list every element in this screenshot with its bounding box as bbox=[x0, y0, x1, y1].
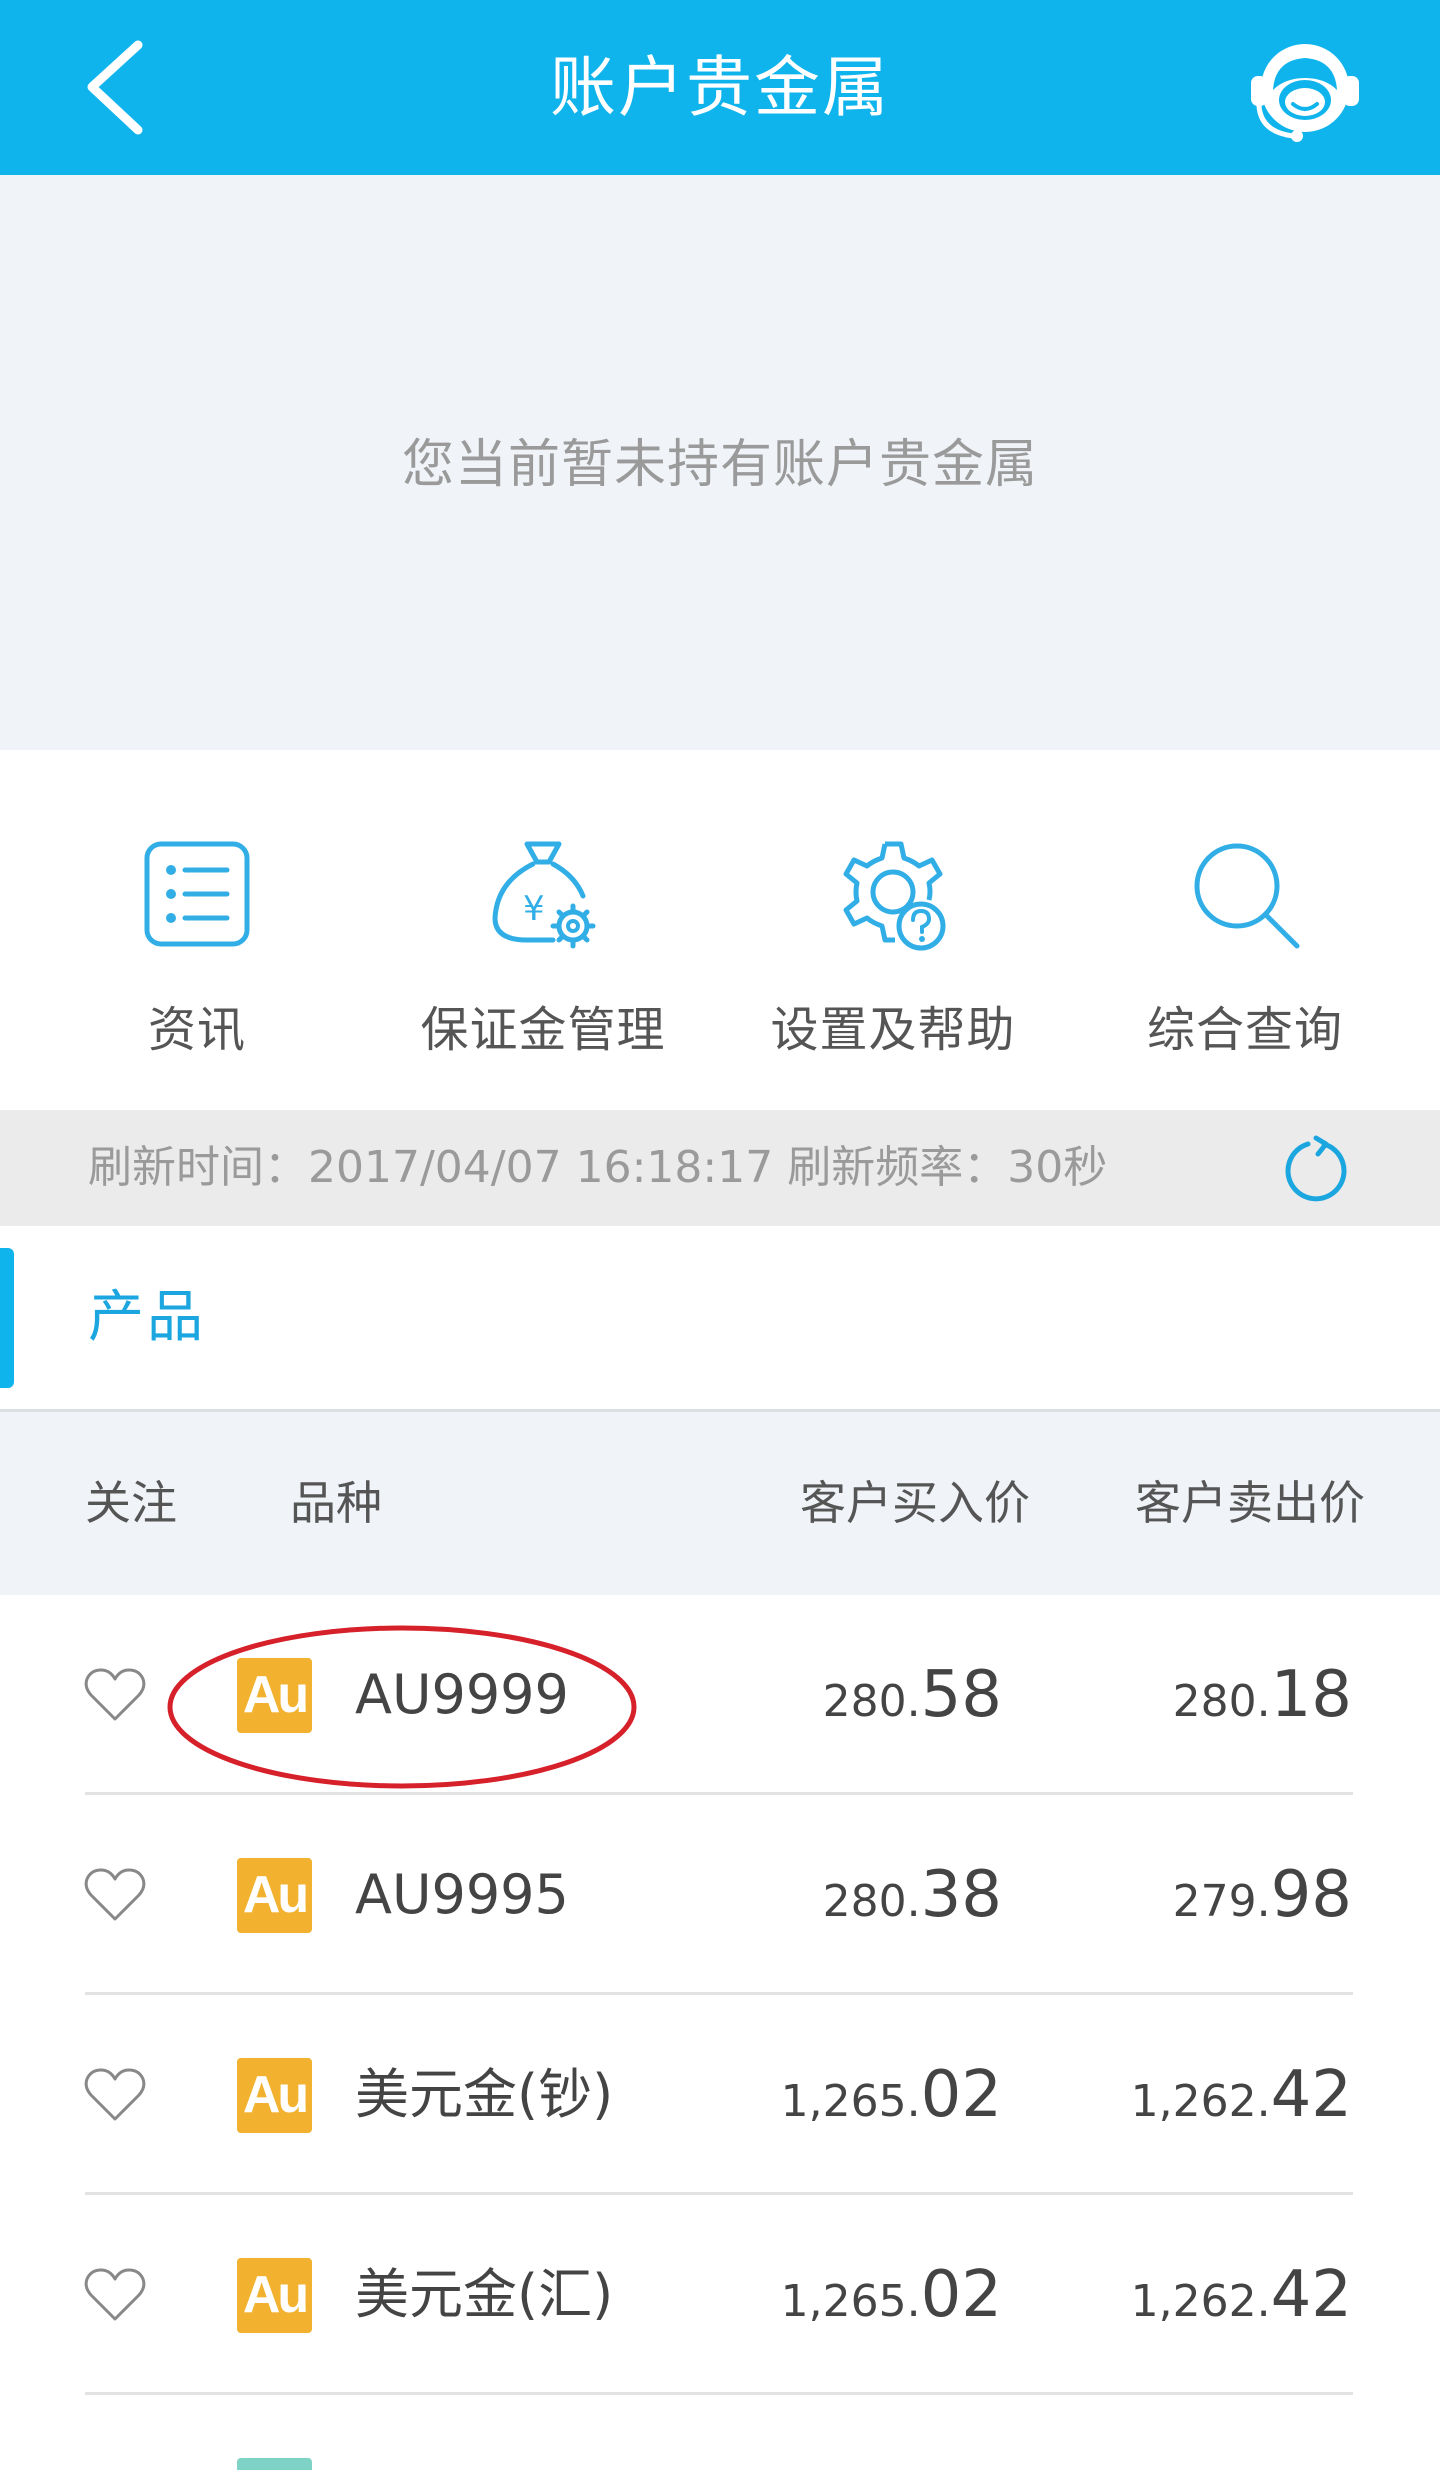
product-row[interactable]: Au AU9995 280.38 279.98 bbox=[0, 1795, 1440, 1995]
sell-price-int: 279. bbox=[1172, 1876, 1271, 1927]
refresh-time-label: 刷新时间：2017/04/07 bbox=[88, 1142, 562, 1193]
sell-price: 1,262.42 bbox=[1131, 2195, 1352, 2395]
column-header-kind: 品种 bbox=[290, 1476, 382, 1530]
product-name: 美元金(汇) bbox=[355, 2263, 614, 2326]
money-bag-gear-icon: ¥ bbox=[492, 841, 596, 949]
quick-action-news[interactable]: 资讯 bbox=[27, 750, 367, 1110]
gold-badge-icon: Au bbox=[237, 1658, 312, 1733]
row-divider bbox=[85, 2392, 1353, 2395]
sell-price-dec: 18 bbox=[1270, 1658, 1352, 1732]
refresh-bar: 刷新时间：2017/04/07 16:18:17 刷新频率：30秒 bbox=[0, 1110, 1440, 1226]
customer-service-button[interactable] bbox=[1245, 30, 1365, 150]
refresh-button[interactable] bbox=[1280, 1134, 1352, 1206]
product-name: AU9995 bbox=[355, 1863, 569, 1926]
buy-price-int: 1,265. bbox=[780, 2276, 921, 2327]
buy-price-dec: 38 bbox=[920, 1858, 1002, 1932]
search-icon bbox=[1194, 843, 1300, 949]
customer-service-headset-icon bbox=[1251, 44, 1359, 142]
gold-badge-icon: Au bbox=[237, 2258, 312, 2333]
sell-price: 1,262.42 bbox=[1131, 1995, 1352, 2195]
empty-holdings-text: 您当前暂未持有账户贵金属 bbox=[401, 435, 1038, 495]
app-header: 账户贵金属 bbox=[0, 0, 1440, 175]
sell-price-dec: 98 bbox=[1270, 1858, 1352, 1932]
gold-badge-icon: Au bbox=[237, 2058, 312, 2133]
product-row[interactable]: Au AU9999 280.58 280.18 bbox=[0, 1595, 1440, 1795]
partial-row-badge-icon bbox=[237, 2458, 312, 2470]
heart-icon[interactable] bbox=[84, 1667, 146, 1723]
section-tab-products[interactable]: 产品 bbox=[0, 1226, 1440, 1412]
quick-action-settings-help[interactable]: 设置及帮助 bbox=[723, 750, 1063, 1110]
buy-price-int: 1,265. bbox=[780, 2076, 921, 2127]
gear-question-icon bbox=[843, 841, 946, 951]
tab-products-label: 产品 bbox=[88, 1285, 206, 1350]
heart-icon[interactable] bbox=[84, 1867, 146, 1923]
refresh-icon bbox=[1285, 1135, 1347, 1202]
buy-price: 280.58 bbox=[823, 1595, 1002, 1795]
refresh-info: 刷新时间：2017/04/07 16:18:17 刷新频率：30秒 bbox=[88, 1110, 1121, 1226]
buy-price-dec: 58 bbox=[920, 1658, 1002, 1732]
table-header: 关注 品种 客户买入价 客户卖出价 bbox=[0, 1412, 1440, 1595]
holdings-banner: 您当前暂未持有账户贵金属 bbox=[0, 175, 1440, 750]
product-name: 美元金(钞) bbox=[355, 2063, 614, 2126]
quick-actions: 资讯 ¥ 保证金管理 设置及帮助 综合查询 bbox=[0, 750, 1440, 1110]
product-name: AU9999 bbox=[355, 1663, 569, 1726]
sell-price: 280.18 bbox=[1173, 1595, 1352, 1795]
product-row[interactable]: Au 美元金(汇) 1,265.02 1,262.42 bbox=[0, 2195, 1440, 2395]
column-header-buy-price: 客户买入价 bbox=[800, 1476, 1030, 1530]
quick-action-label: 设置及帮助 bbox=[770, 1002, 1016, 1058]
svg-text:¥: ¥ bbox=[523, 889, 545, 929]
buy-price-int: 280. bbox=[822, 1676, 921, 1727]
buy-price: 1,265.02 bbox=[781, 2195, 1002, 2395]
sell-price-dec: 42 bbox=[1270, 2258, 1352, 2332]
list-icon bbox=[144, 841, 250, 947]
sell-price-int: 1,262. bbox=[1130, 2276, 1271, 2327]
buy-price-dec: 02 bbox=[920, 2058, 1002, 2132]
sell-price-int: 280. bbox=[1172, 1676, 1271, 1727]
quick-action-query[interactable]: 综合查询 bbox=[1075, 750, 1415, 1110]
sell-price: 279.98 bbox=[1173, 1795, 1352, 1995]
sell-price-dec: 42 bbox=[1270, 2058, 1352, 2132]
quick-action-margin[interactable]: ¥ 保证金管理 bbox=[373, 750, 713, 1110]
page-title: 账户贵金属 bbox=[550, 49, 890, 126]
refresh-rate: 刷新频率：30秒 bbox=[787, 1142, 1108, 1193]
buy-price: 280.38 bbox=[823, 1795, 1002, 1995]
buy-price: 1,265.02 bbox=[781, 1995, 1002, 2195]
product-row[interactable]: Au 美元金(钞) 1,265.02 1,262.42 bbox=[0, 1995, 1440, 2195]
heart-icon[interactable] bbox=[84, 2067, 146, 2123]
quick-action-label: 保证金管理 bbox=[420, 1002, 666, 1058]
quick-action-label: 资讯 bbox=[147, 1002, 246, 1058]
tab-active-indicator bbox=[0, 1248, 14, 1388]
quick-action-label: 综合查询 bbox=[1146, 1002, 1343, 1058]
column-header-sell-price: 客户卖出价 bbox=[1135, 1476, 1365, 1530]
column-header-follow: 关注 bbox=[85, 1476, 177, 1530]
refresh-time-value: 16:18:17 bbox=[575, 1142, 774, 1193]
heart-icon[interactable] bbox=[84, 2267, 146, 2323]
buy-price-int: 280. bbox=[822, 1876, 921, 1927]
sell-price-int: 1,262. bbox=[1130, 2076, 1271, 2127]
buy-price-dec: 02 bbox=[920, 2258, 1002, 2332]
gold-badge-icon: Au bbox=[237, 1858, 312, 1933]
